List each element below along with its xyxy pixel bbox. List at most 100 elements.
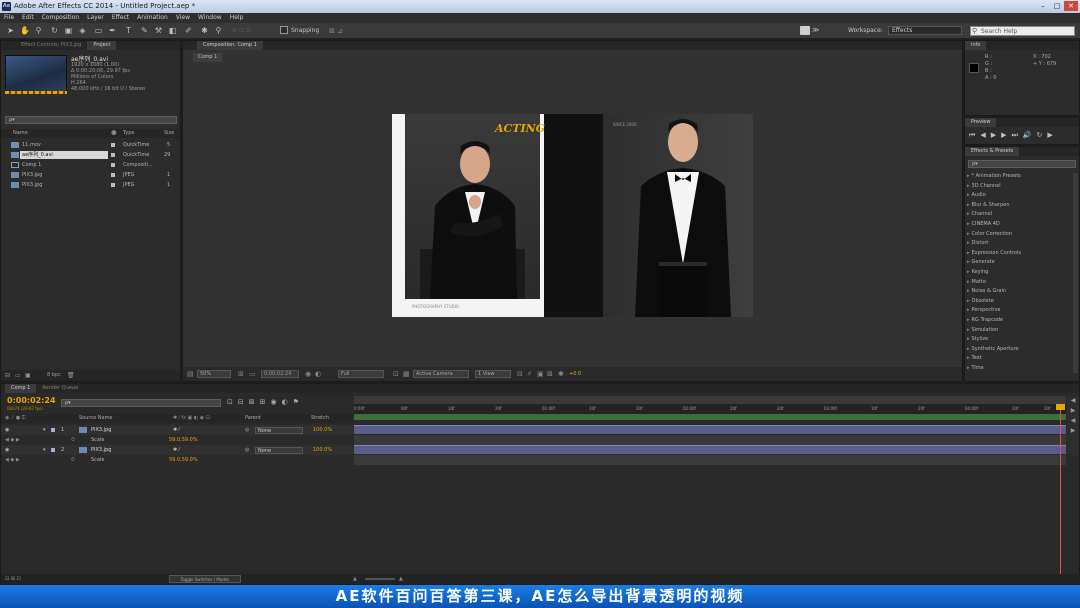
effect-category[interactable]: ▸ Audio xyxy=(967,191,1071,201)
layer-expand-icon[interactable]: ▾ xyxy=(43,445,46,455)
layer-name[interactable]: PIX3.jpg xyxy=(91,445,111,455)
zoom-slider[interactable] xyxy=(365,578,395,580)
toggle-pixel-aspect-icon[interactable]: ⊟ xyxy=(517,367,523,381)
label-swatch[interactable] xyxy=(111,153,115,157)
menu-animation[interactable]: Animation xyxy=(133,13,172,23)
clone-stamp-tool-icon[interactable]: ⚒ xyxy=(154,26,163,35)
menu-help[interactable]: Help xyxy=(226,13,248,23)
flowchart-icon[interactable]: ⊠ xyxy=(547,367,553,381)
fast-preview-icon[interactable]: ⚡ xyxy=(527,367,532,381)
effect-category[interactable]: ▸ Matte xyxy=(967,278,1071,288)
tab-preview[interactable]: Preview xyxy=(965,118,997,127)
effect-category[interactable]: ▸ Noise & Grain xyxy=(967,287,1071,297)
text-tool-icon[interactable]: T xyxy=(124,26,133,35)
effect-category[interactable]: ▸ CINEMA 4D xyxy=(967,220,1071,230)
menu-edit[interactable]: Edit xyxy=(18,13,38,23)
layer-name[interactable]: PIX3.jpg xyxy=(91,425,111,435)
av-feature-icons[interactable]: ◉ ♪ ● ⚿ xyxy=(5,414,26,423)
column-source-name[interactable]: Source Name xyxy=(79,414,113,423)
bit-depth-button[interactable]: 8 bpc xyxy=(47,370,61,381)
menu-file[interactable]: File xyxy=(0,13,18,23)
last-frame-icon[interactable]: ⏭ xyxy=(1011,131,1022,139)
mask-visibility-icon[interactable]: ▭ xyxy=(249,367,256,381)
selection-tool-icon[interactable]: ➤ xyxy=(6,26,15,35)
column-stretch[interactable]: Stretch xyxy=(311,414,329,423)
hand-tool-icon[interactable]: ✋ xyxy=(20,26,30,35)
parent-dropdown[interactable]: None xyxy=(255,427,303,434)
layer-switches[interactable]: ✱ ⁄ xyxy=(173,425,180,435)
column-size[interactable]: Size xyxy=(164,129,174,138)
interpret-footage-icon[interactable]: ⊟ xyxy=(5,370,10,381)
new-composition-icon[interactable]: ▣ xyxy=(25,370,31,381)
pan-behind-tool-icon[interactable]: ◈ xyxy=(78,26,87,35)
maximize-button[interactable]: □ xyxy=(1050,1,1064,11)
timeline-timecode[interactable]: 0:00:02:24 xyxy=(7,396,56,405)
keyframe-nav-icon[interactable]: ◀ ◆ ▶ xyxy=(5,455,20,465)
effect-category[interactable]: ▸ Stylize xyxy=(967,335,1071,345)
effect-category[interactable]: ▸ Channel xyxy=(967,210,1071,220)
column-type[interactable]: Type xyxy=(123,129,134,138)
region-of-interest-icon[interactable]: ⊡ xyxy=(393,367,399,381)
list-item[interactable]: Comp 1 Compositi... xyxy=(1,160,180,170)
menu-composition[interactable]: Composition xyxy=(38,13,83,23)
scale-value[interactable]: 59.0,59.0% xyxy=(169,455,198,465)
loop-icon[interactable]: ↻ xyxy=(1037,131,1048,139)
timeline-switch-icons[interactable]: ⊡⊟⊠⊞◉◐⚑ xyxy=(227,397,347,407)
effect-category[interactable]: ▸ Simulation xyxy=(967,326,1071,336)
pin-tool-icon[interactable]: ⚲ xyxy=(214,26,223,35)
minimize-button[interactable]: – xyxy=(1036,1,1050,11)
menu-window[interactable]: Window xyxy=(194,13,226,23)
play-icon[interactable]: ▶ xyxy=(991,131,1001,139)
tab-composition[interactable]: Composition: Comp 1 xyxy=(197,41,263,50)
layer-visibility-icon[interactable]: ◉ xyxy=(5,425,9,435)
table-row[interactable]: ◀ ◆ ▶ ⏱ Scale 59.0,59.0% xyxy=(1,455,353,465)
label-swatch[interactable] xyxy=(111,163,115,167)
switches-icons[interactable]: ✱ ⁄ fx ▣ ◐ ◉ ⊡ xyxy=(173,414,210,423)
new-folder-icon[interactable]: ▭ xyxy=(15,370,21,381)
menu-view[interactable]: View xyxy=(172,13,194,23)
camera-dropdown[interactable]: Active Camera xyxy=(413,370,469,378)
workspace-monitor-icon[interactable] xyxy=(800,26,810,35)
column-name[interactable]: Name xyxy=(13,129,28,138)
tab-render-queue[interactable]: Render Queue xyxy=(36,384,84,393)
close-button[interactable]: ✕ xyxy=(1064,1,1078,11)
label-column-icon[interactable]: ⬤ xyxy=(111,129,117,138)
always-preview-icon[interactable]: ▤ xyxy=(187,367,194,381)
layer-label-swatch[interactable] xyxy=(51,448,55,452)
show-channel-icon[interactable]: ◐ xyxy=(315,367,321,381)
stopwatch-icon[interactable]: ⏱ xyxy=(71,435,75,445)
delete-icon[interactable]: 🗑 xyxy=(67,370,75,381)
search-help-input[interactable]: Search Help xyxy=(970,26,1075,36)
effect-category[interactable]: ▸ 3D Channel xyxy=(967,182,1071,192)
resolution-dropdown[interactable]: Full xyxy=(338,370,384,378)
rectangle-tool-icon[interactable]: ▭ xyxy=(94,26,103,35)
effect-category[interactable]: ▸ * Animation Presets xyxy=(967,172,1071,182)
safe-zones-icon[interactable]: ⊞ xyxy=(238,367,244,381)
timeline-icon[interactable]: ▣ xyxy=(537,367,544,381)
effect-category[interactable]: ▸ Expression Controls xyxy=(967,249,1071,259)
effect-category[interactable]: ▸ Text xyxy=(967,354,1071,364)
snap-options-icon[interactable]: ⊠ ⊿ xyxy=(329,27,349,35)
label-swatch[interactable] xyxy=(111,143,115,147)
timeline-search-input[interactable]: ρ▾ xyxy=(61,399,221,407)
zoom-in-icon[interactable]: ▲ xyxy=(399,574,403,584)
list-item[interactable]: ae序列_0.avi QuickTime 29 xyxy=(1,150,180,160)
parent-pickwhip-icon[interactable]: ◎ xyxy=(245,425,249,435)
tab-info[interactable]: Info xyxy=(965,41,987,50)
tab-effects-presets[interactable]: Effects & Presets xyxy=(965,147,1020,156)
tab-comp-1[interactable]: Comp 1 xyxy=(5,384,37,393)
ram-preview-icon[interactable]: ▶ xyxy=(1047,131,1057,139)
comp-breadcrumb[interactable]: Comp 1 xyxy=(193,53,223,62)
effect-category[interactable]: ▸ Time xyxy=(967,364,1071,374)
composition-canvas[interactable]: ACTING PHOTOGRAPHY STUDIO SINCE 2000 xyxy=(392,114,753,317)
effect-category[interactable]: ▸ Blur & Sharpen xyxy=(967,201,1071,211)
view-layout-dropdown[interactable]: 1 View xyxy=(475,370,511,378)
eraser-tool-icon[interactable]: ◧ xyxy=(168,26,177,35)
zoom-tool-icon[interactable]: ⚲ xyxy=(34,26,43,35)
layer-visibility-icon[interactable]: ◉ xyxy=(5,445,9,455)
layer-2-duration-bar[interactable] xyxy=(354,445,1066,454)
layer-expand-icon[interactable]: ▾ xyxy=(43,425,46,435)
list-item[interactable]: PIX3.jpg JPEG 1 xyxy=(1,180,180,190)
workspace-menu-icon[interactable]: ≫ xyxy=(812,26,822,35)
puppet-tool-icon[interactable]: ✱ xyxy=(200,26,209,35)
